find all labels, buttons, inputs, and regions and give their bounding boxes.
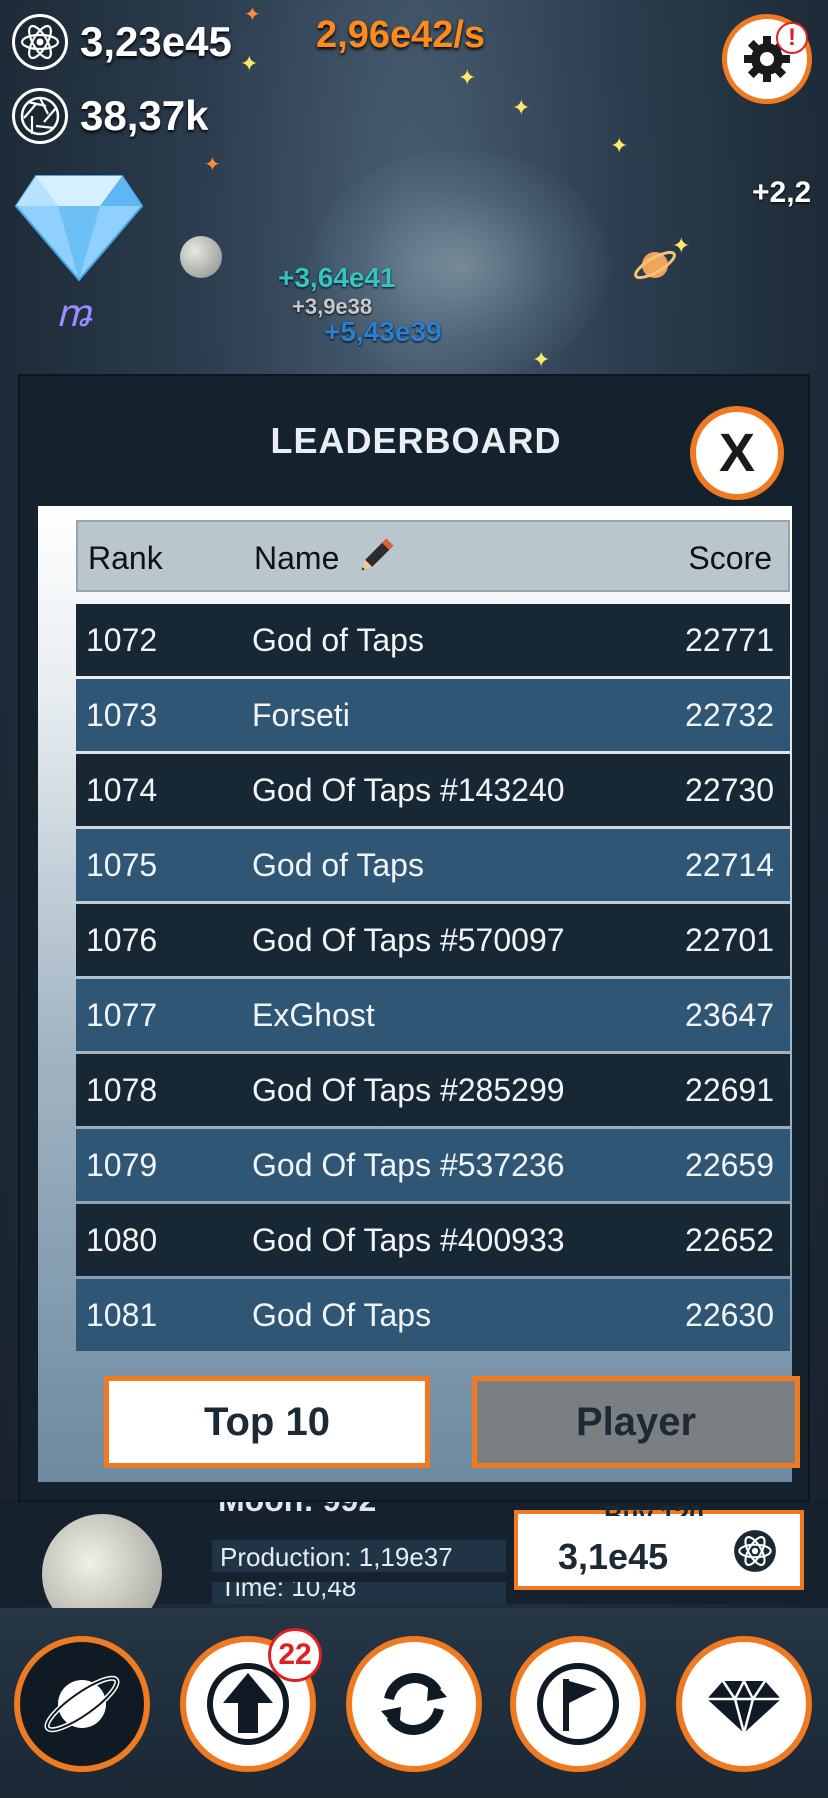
table-row[interactable]: 1081 God Of Taps 22630 (76, 1279, 790, 1351)
diamond-icon[interactable] (14, 172, 144, 286)
rank-cell: 1075 (86, 847, 158, 883)
refresh-icon (381, 1673, 447, 1735)
planet-icon (44, 1675, 120, 1733)
rank-cell: 1074 (86, 772, 158, 808)
column-score: Score (688, 540, 772, 576)
sparkle: ✦ (512, 96, 531, 121)
table-row[interactable]: 1077 ExGhost 23647 (76, 979, 790, 1051)
name-cell: God Of Taps #285299 (252, 1072, 565, 1108)
top10-tab-button[interactable]: Top 10 (104, 1376, 430, 1468)
rank-cell: 1072 (86, 622, 158, 658)
flag-icon (537, 1663, 619, 1745)
sparkle: ✦ (610, 134, 629, 159)
rank-cell: 1077 (86, 997, 158, 1033)
score-cell: 22691 (685, 1072, 774, 1108)
score-cell: 22730 (685, 772, 774, 808)
production-rate: 2,96e42/s (316, 14, 486, 56)
name-cell: God of Taps (252, 847, 424, 883)
planet-card: Moon: 992 Production: 1,19e37 Time: 10,4… (0, 1496, 828, 1634)
atom-icon (734, 1530, 776, 1572)
name-cell: God Of Taps #143240 (252, 772, 565, 808)
reset-nav-button[interactable] (346, 1636, 482, 1772)
name-cell: God Of Taps (252, 1297, 432, 1333)
shop-nav-button[interactable] (676, 1636, 812, 1772)
close-button[interactable]: X (690, 406, 784, 500)
diamond-icon (707, 1678, 781, 1734)
name-cell: ExGhost (252, 997, 375, 1033)
rank-cell: 1080 (86, 1222, 158, 1258)
sparkle: ✦ (240, 52, 259, 77)
table-row[interactable]: 1079 God Of Taps #537236 22659 (76, 1129, 790, 1201)
rank-cell: 1081 (86, 1297, 158, 1333)
rank-cell: 1078 (86, 1072, 158, 1108)
score-cell: 22771 (685, 622, 774, 658)
rank-cell: 1073 (86, 697, 158, 733)
column-name: Name (254, 540, 340, 576)
production-stat: Production: 1,19e37 (212, 1540, 506, 1572)
name-cell: God Of Taps #570097 (252, 922, 565, 958)
floating-gain: +5,43e39 (324, 316, 442, 347)
moon-sprite[interactable] (180, 236, 222, 278)
score-cell: 22630 (685, 1297, 774, 1333)
column-rank: Rank (88, 540, 163, 576)
table-row[interactable]: 1075 God of Taps 22714 (76, 829, 790, 901)
player-tab-button[interactable]: Player (472, 1376, 800, 1468)
leaderboard-panel: Rank Name Score 1072 God of Taps 22771 1… (38, 506, 800, 1482)
leaderboard-header: Rank Name Score (76, 520, 790, 592)
missions-nav-button[interactable] (510, 1636, 646, 1772)
score-cell: 22652 (685, 1222, 774, 1258)
name-cell: God Of Taps #400933 (252, 1222, 565, 1258)
score-cell: 22732 (685, 697, 774, 733)
name-cell: God Of Taps #537236 (252, 1147, 565, 1183)
bottom-nav: 22 (0, 1608, 828, 1798)
atom-icon (12, 14, 68, 70)
rank-cell: 1079 (86, 1147, 158, 1183)
table-row[interactable]: 1073 Forseti 22732 (76, 679, 790, 751)
alert-badge: ! (776, 22, 808, 54)
sparkle: ✦ (672, 234, 691, 259)
upgrades-count-badge: 22 (268, 1628, 322, 1682)
score-cell: 23647 (685, 997, 774, 1033)
sparkle: ✦ (458, 66, 477, 91)
floating-gain: +3,64e41 (278, 262, 396, 293)
leaderboard-modal: LEADERBOARD X Rank Name Score 1072 God o… (18, 374, 810, 1502)
sparkle: ✦ (244, 2, 261, 26)
time-stat: Time: 10,48 (212, 1582, 506, 1604)
edit-name-icon[interactable] (352, 534, 398, 580)
name-cell: Forseti (252, 697, 350, 733)
score-cell: 22714 (685, 847, 774, 883)
buy-button[interactable]: Buy 120 3,1e45 (514, 1500, 804, 1590)
floating-gain: +2,2 (752, 176, 812, 209)
aperture-icon (12, 88, 68, 144)
score-cell: 22659 (685, 1147, 774, 1183)
name-cell: God of Taps (252, 622, 424, 658)
rank-cell: 1076 (86, 922, 158, 958)
table-row[interactable]: 1072 God of Taps 22771 (76, 604, 790, 676)
table-row[interactable]: 1080 God Of Taps #400933 22652 (76, 1204, 790, 1276)
secondary-counter: 38,37k (80, 92, 209, 139)
scribble-icon: ꬺ (56, 291, 92, 335)
table-row[interactable]: 1076 God Of Taps #570097 22701 (76, 904, 790, 976)
atoms-counter: 3,23e45 (80, 18, 232, 65)
close-icon: X (718, 423, 756, 483)
table-row[interactable]: 1074 God Of Taps #143240 22730 (76, 754, 790, 826)
table-row[interactable]: 1078 God Of Taps #285299 22691 (76, 1054, 790, 1126)
sparkle: ✦ (204, 152, 221, 176)
score-cell: 22701 (685, 922, 774, 958)
sparkle: ✦ (532, 348, 551, 373)
planets-nav-button[interactable] (14, 1636, 150, 1772)
